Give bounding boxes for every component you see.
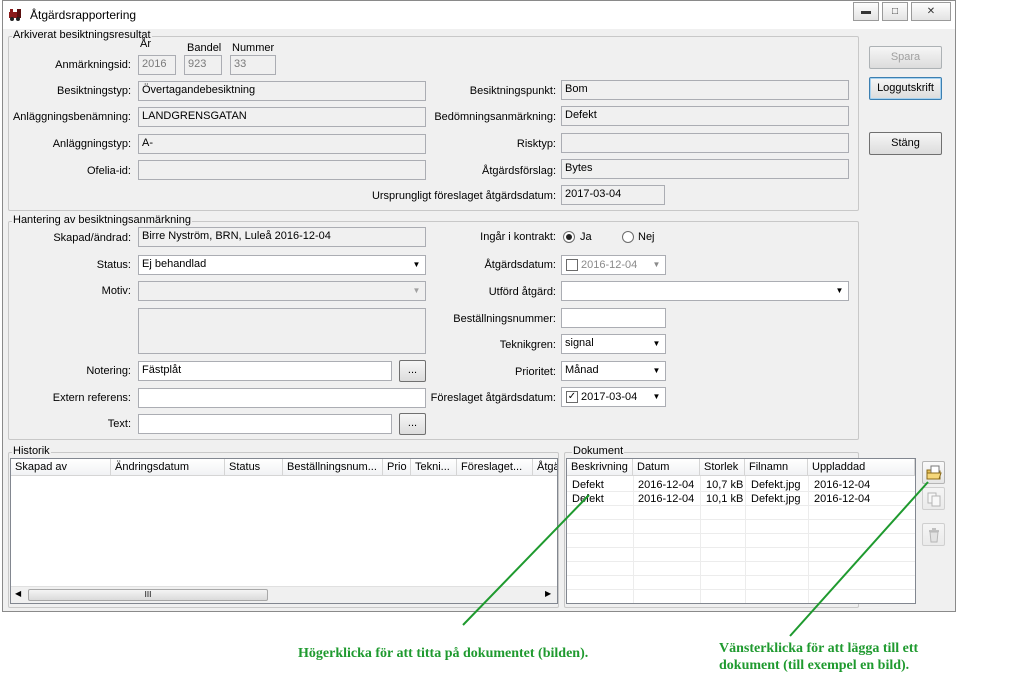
annotation-arrows — [462, 481, 929, 637]
annotation-line-left — [462, 494, 590, 626]
annotation-line-right — [789, 481, 929, 637]
annotation-right-line1: Vänsterklicka för att lägga till ett — [719, 641, 919, 656]
annotation-right-line2: dokument (till exempel en bild). — [719, 658, 910, 673]
annotation-left-text: Högerklicka för att titta på dokumentet … — [298, 646, 589, 661]
